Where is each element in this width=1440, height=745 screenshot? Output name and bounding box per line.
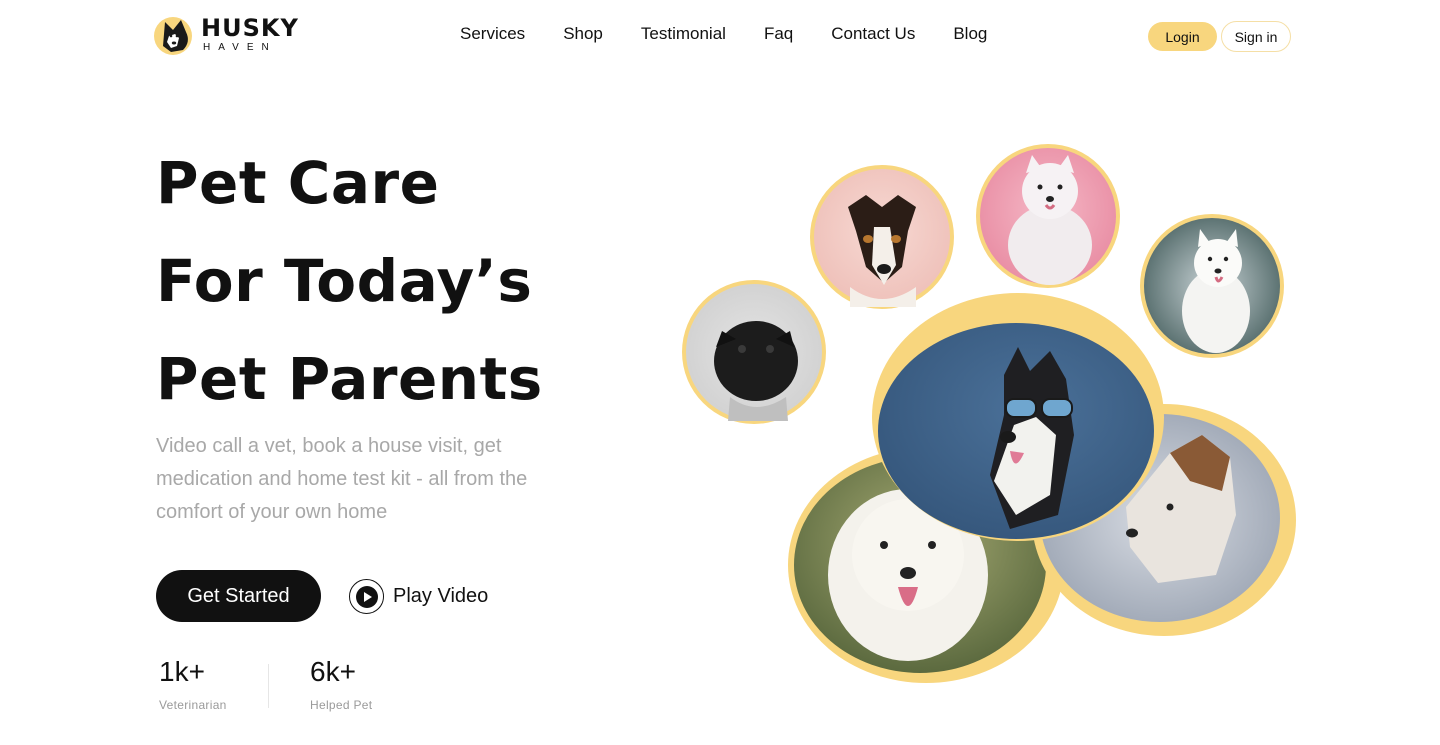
brand-logo[interactable]: HUSKY HAVEN <box>153 12 299 56</box>
play-video-label: Play Video <box>393 585 489 607</box>
brand-name: HUSKY <box>201 13 299 42</box>
stat-label: Veterinarian <box>159 698 227 712</box>
main-nav: Services Shop Testimonial Faq Contact Us… <box>460 24 1025 44</box>
play-video-button[interactable]: Play Video <box>349 579 488 614</box>
pug-photo-circle <box>682 280 826 424</box>
play-icon <box>349 579 384 614</box>
stat-divider <box>268 664 269 708</box>
nav-item-testimonial[interactable]: Testimonial <box>641 24 726 44</box>
husky-logo-icon <box>154 17 192 55</box>
pet-photo-collage <box>682 144 1296 683</box>
nav-item-services[interactable]: Services <box>460 24 525 44</box>
hero-title: Pet Care For Today’s Pet Parents <box>156 134 543 428</box>
hero-title-line-3: Pet Parents <box>156 345 543 413</box>
hero-title-line-1: Pet Care <box>156 149 440 217</box>
nav-item-faq[interactable]: Faq <box>764 24 793 44</box>
terrier-photo-circle <box>810 165 954 309</box>
stat-label: Helped Pet <box>310 698 373 712</box>
sign-in-button[interactable]: Sign in <box>1221 21 1291 52</box>
nav-item-contact-us[interactable]: Contact Us <box>831 24 915 44</box>
brand-tagline: HAVEN <box>203 41 277 53</box>
get-started-button[interactable]: Get Started <box>156 570 321 622</box>
nav-item-shop[interactable]: Shop <box>563 24 603 44</box>
stat-helped-pet: 6k+ Helped Pet <box>310 656 372 712</box>
samoyed-pink-photo-circle <box>976 144 1120 288</box>
stat-value: 1k+ <box>159 656 205 687</box>
hero-title-line-2: For Today’s <box>156 247 533 315</box>
samoyed-forest-photo-circle <box>1140 214 1284 358</box>
husky-sunglasses-photo <box>872 293 1164 541</box>
login-button[interactable]: Login <box>1148 22 1217 51</box>
nav-item-blog[interactable]: Blog <box>953 24 987 44</box>
hero-description: Video call a vet, book a house visit, ge… <box>156 435 528 523</box>
stat-veterinarian: 1k+ Veterinarian <box>159 656 227 712</box>
stat-value: 6k+ <box>310 656 356 687</box>
